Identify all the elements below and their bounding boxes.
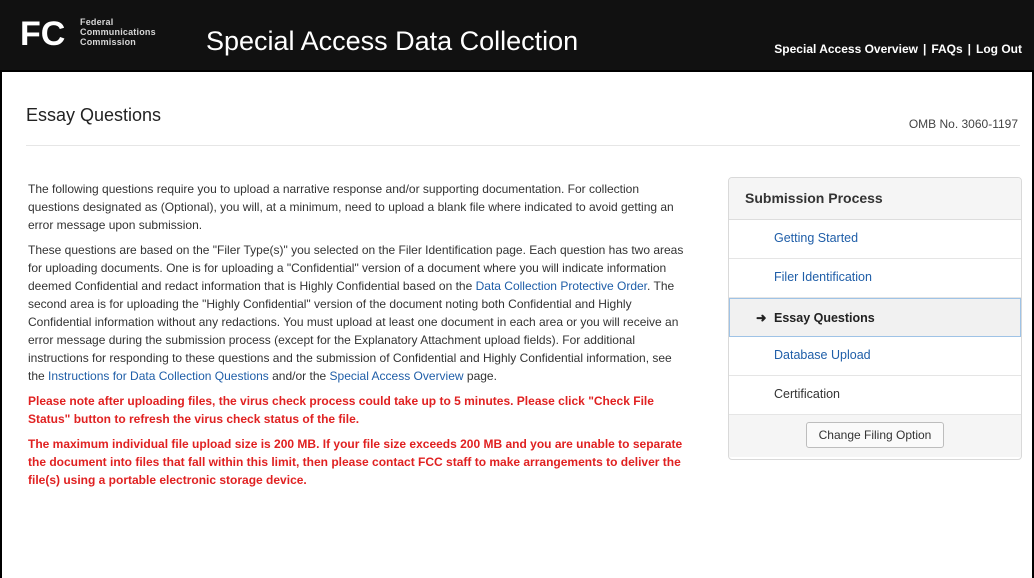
instructions-link[interactable]: Instructions for Data Collection Questio… [48,369,269,383]
site-title: Special Access Data Collection [206,26,579,56]
submission-process-panel: Submission Process Getting Started Filer… [728,177,1022,460]
omb-number: OMB No. 3060-1197 [908,117,1018,131]
panel-footer: Change Filing Option [729,415,1021,457]
agency-line-3: Commission [80,37,137,47]
svg-text:FC: FC [20,15,65,53]
intro-paragraph-2: These questions are based on the "Filer … [28,243,684,383]
intro-paragraph-1: The following questions require you to u… [28,182,674,232]
change-filing-option-button[interactable]: Change Filing Option [805,422,945,448]
nav-faqs[interactable]: FAQs [931,42,962,56]
file-size-warning: The maximum individual file upload size … [28,437,683,487]
top-nav: Special Access Overview | FAQs | Log Out [774,42,1022,56]
fcc-logo-icon: FC [20,15,65,53]
special-access-overview-link[interactable]: Special Access Overview [330,369,464,383]
divider [26,145,1020,146]
main-content: The following questions require you to u… [28,180,688,496]
nav-special-access-overview[interactable]: Special Access Overview [774,42,918,56]
arrow-right-icon: ➜ [756,311,767,325]
agency-line-2: Communications [80,27,156,37]
agency-line-1: Federal [80,17,114,27]
panel-title: Submission Process [729,178,1021,220]
step-database-upload[interactable]: Database Upload [729,337,1021,376]
step-essay-questions[interactable]: ➜ Essay Questions [729,298,1021,337]
virus-check-warning: Please note after uploading files, the v… [28,394,654,426]
agency-name: Federal Communications Commission [80,17,156,47]
step-filer-identification[interactable]: Filer Identification [729,259,1021,298]
header-bar: FC Federal Communications Commission Spe… [0,0,1034,72]
nav-log-out[interactable]: Log Out [976,42,1022,56]
step-certification: Certification [729,376,1021,415]
protective-order-link[interactable]: Data Collection Protective Order [476,279,647,293]
step-getting-started[interactable]: Getting Started [729,220,1021,259]
page-title: Essay Questions [26,105,162,125]
